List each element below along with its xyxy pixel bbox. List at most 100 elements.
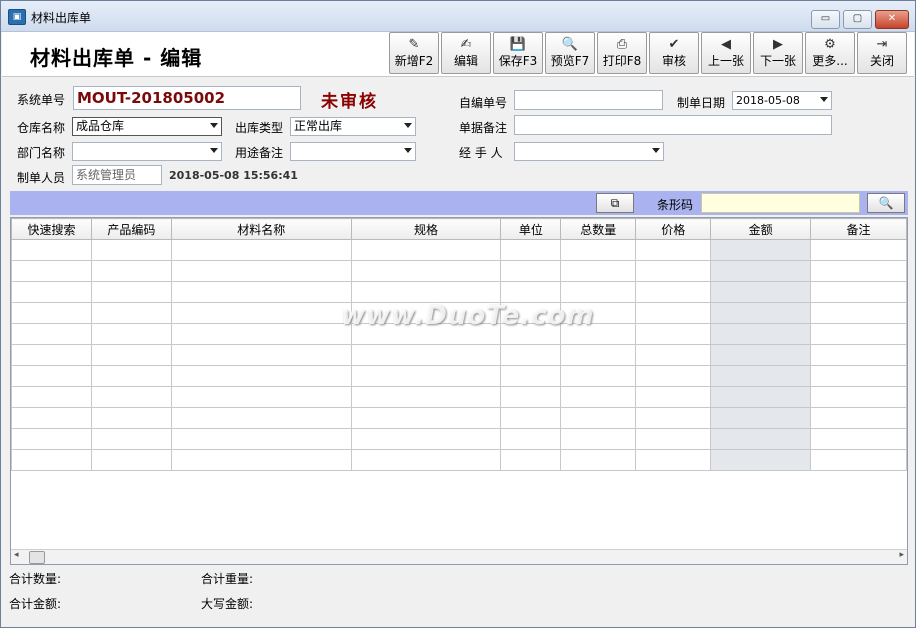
- table-cell[interactable]: [90, 302, 172, 324]
- outtype-select[interactable]: 正常出库: [290, 117, 416, 136]
- table-cell[interactable]: [635, 323, 712, 345]
- table-cell[interactable]: [500, 386, 562, 408]
- table-cell[interactable]: [170, 281, 352, 303]
- toolbar-button-edit[interactable]: ✍ 编辑: [441, 32, 491, 74]
- toolbar-button-more[interactable]: ⚙ 更多...: [805, 32, 855, 74]
- table-cell[interactable]: [810, 260, 907, 282]
- table-cell[interactable]: [560, 407, 637, 429]
- table-cell[interactable]: [560, 260, 637, 282]
- table-cell[interactable]: [170, 323, 352, 345]
- table-row[interactable]: [11, 260, 907, 282]
- self-no-field[interactable]: [514, 90, 663, 110]
- table-cell[interactable]: [350, 344, 502, 366]
- table-cell[interactable]: [90, 386, 172, 408]
- column-header[interactable]: 总数量: [560, 218, 637, 240]
- toolbar-button-new[interactable]: ✎ 新增F2: [389, 32, 439, 74]
- maximize-button[interactable]: ▢: [843, 10, 872, 29]
- copy-rows-button[interactable]: ⧉: [596, 193, 634, 213]
- table-cell[interactable]: [170, 302, 352, 324]
- table-cell[interactable]: [710, 365, 812, 387]
- column-header[interactable]: 金额: [710, 218, 812, 240]
- table-cell[interactable]: [710, 281, 812, 303]
- table-cell[interactable]: [350, 365, 502, 387]
- table-cell[interactable]: [710, 302, 812, 324]
- table-cell[interactable]: [710, 323, 812, 345]
- table-cell[interactable]: [500, 260, 562, 282]
- table-cell[interactable]: [500, 407, 562, 429]
- table-row[interactable]: [11, 386, 907, 408]
- table-cell[interactable]: [560, 344, 637, 366]
- calendar-dropdown-icon[interactable]: [820, 97, 828, 102]
- table-cell[interactable]: [635, 365, 712, 387]
- toolbar-button-exit[interactable]: ⇥ 关闭: [857, 32, 907, 74]
- table-cell[interactable]: [810, 323, 907, 345]
- column-header[interactable]: 备注: [810, 218, 907, 240]
- table-cell[interactable]: [810, 302, 907, 324]
- toolbar-button-prev[interactable]: ◀ 上一张: [701, 32, 751, 74]
- table-cell[interactable]: [710, 344, 812, 366]
- table-cell[interactable]: [810, 239, 907, 261]
- table-cell[interactable]: [90, 239, 172, 261]
- table-cell[interactable]: [635, 260, 712, 282]
- table-cell[interactable]: [170, 386, 352, 408]
- table-cell[interactable]: [90, 260, 172, 282]
- table-cell[interactable]: [11, 323, 92, 345]
- table-cell[interactable]: [710, 407, 812, 429]
- dept-select[interactable]: [72, 142, 222, 161]
- table-cell[interactable]: [500, 449, 562, 471]
- table-row[interactable]: [11, 428, 907, 450]
- table-cell[interactable]: [90, 428, 172, 450]
- table-cell[interactable]: [710, 239, 812, 261]
- table-cell[interactable]: [500, 239, 562, 261]
- scroll-right-icon[interactable]: ▸: [899, 550, 904, 560]
- table-row[interactable]: [11, 407, 907, 429]
- horizontal-scrollbar[interactable]: ◂ ▸: [11, 549, 907, 564]
- table-cell[interactable]: [90, 344, 172, 366]
- table-cell[interactable]: [90, 281, 172, 303]
- table-row[interactable]: [11, 344, 907, 366]
- table-cell[interactable]: [11, 239, 92, 261]
- table-cell[interactable]: [170, 449, 352, 471]
- table-cell[interactable]: [810, 365, 907, 387]
- handler-select[interactable]: [514, 142, 664, 161]
- table-cell[interactable]: [90, 407, 172, 429]
- table-cell[interactable]: [11, 428, 92, 450]
- warehouse-select[interactable]: 成品仓库: [72, 117, 222, 136]
- table-cell[interactable]: [560, 365, 637, 387]
- barcode-input[interactable]: [701, 193, 860, 213]
- toolbar-button-next[interactable]: ▶ 下一张: [753, 32, 803, 74]
- table-cell[interactable]: [560, 428, 637, 450]
- table-cell[interactable]: [170, 365, 352, 387]
- table-cell[interactable]: [11, 365, 92, 387]
- table-cell[interactable]: [350, 407, 502, 429]
- table-cell[interactable]: [350, 260, 502, 282]
- table-cell[interactable]: [11, 302, 92, 324]
- table-cell[interactable]: [90, 323, 172, 345]
- minimize-button[interactable]: ▭: [811, 10, 840, 29]
- table-cell[interactable]: [11, 344, 92, 366]
- table-cell[interactable]: [170, 344, 352, 366]
- toolbar-button-save[interactable]: 💾 保存F3: [493, 32, 543, 74]
- scrollbar-thumb[interactable]: [29, 551, 45, 564]
- table-row[interactable]: [11, 281, 907, 303]
- table-cell[interactable]: [11, 407, 92, 429]
- table-cell[interactable]: [350, 239, 502, 261]
- scroll-left-icon[interactable]: ◂: [14, 550, 19, 560]
- table-cell[interactable]: [11, 386, 92, 408]
- table-cell[interactable]: [500, 344, 562, 366]
- column-header[interactable]: 快速搜索: [11, 218, 92, 240]
- table-cell[interactable]: [500, 281, 562, 303]
- table-cell[interactable]: [810, 281, 907, 303]
- table-cell[interactable]: [635, 449, 712, 471]
- system-no-field[interactable]: MOUT-201805002: [73, 86, 301, 110]
- table-cell[interactable]: [560, 449, 637, 471]
- table-cell[interactable]: [635, 302, 712, 324]
- table-cell[interactable]: [11, 449, 92, 471]
- table-cell[interactable]: [170, 260, 352, 282]
- toolbar-button-preview[interactable]: 🔍 预览F7: [545, 32, 595, 74]
- column-header[interactable]: 规格: [350, 218, 502, 240]
- date-picker[interactable]: 2018-05-08: [732, 91, 832, 110]
- table-cell[interactable]: [350, 281, 502, 303]
- table-cell[interactable]: [635, 281, 712, 303]
- table-cell[interactable]: [635, 407, 712, 429]
